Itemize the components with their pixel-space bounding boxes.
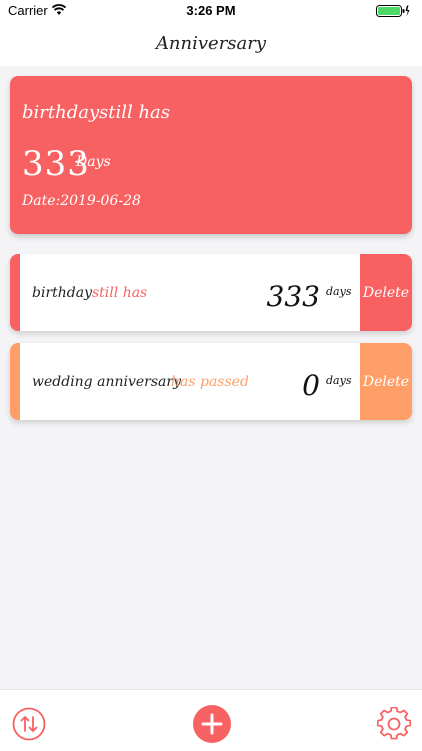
bottom-toolbar — [0, 689, 422, 751]
clock: 3:26 PM — [186, 3, 236, 18]
hero-status: still has — [99, 102, 171, 123]
row-event-name: birthday — [32, 285, 92, 301]
sort-icon[interactable] — [12, 707, 46, 741]
nav-bar: Anniversary — [0, 22, 422, 66]
row-accent-bar — [10, 254, 20, 331]
row-accent-bar — [10, 343, 20, 420]
row-day-count: 0 — [302, 369, 320, 402]
add-icon[interactable] — [193, 705, 231, 743]
row-day-count: 333 — [266, 280, 320, 313]
gear-icon[interactable] — [377, 707, 411, 741]
row-status: still has — [92, 285, 148, 301]
hero-date: Date:2019-06-28 — [22, 193, 141, 209]
row-event-name: wedding anniversary — [32, 374, 181, 390]
hero-day-unit: Days — [76, 154, 111, 170]
page-title: Anniversary — [155, 33, 267, 54]
row-day-unit: days — [326, 374, 352, 387]
hero-event-name: birthday — [22, 102, 100, 123]
list-item-wedding-anniversary[interactable]: wedding anniversary has passed 0 days De… — [10, 343, 412, 420]
delete-button[interactable]: Delete — [360, 343, 412, 420]
row-day-unit: days — [326, 285, 352, 298]
featured-anniversary-card[interactable]: birthday still has 333 Days Date:2019-06… — [10, 76, 412, 234]
list-item-birthday[interactable]: birthday still has 333 days Delete — [10, 254, 412, 331]
battery-icon — [376, 5, 410, 17]
delete-button[interactable]: Delete — [360, 254, 412, 331]
row-status: has passed — [171, 374, 249, 390]
status-bar: Carrier 3:26 PM — [0, 0, 422, 22]
